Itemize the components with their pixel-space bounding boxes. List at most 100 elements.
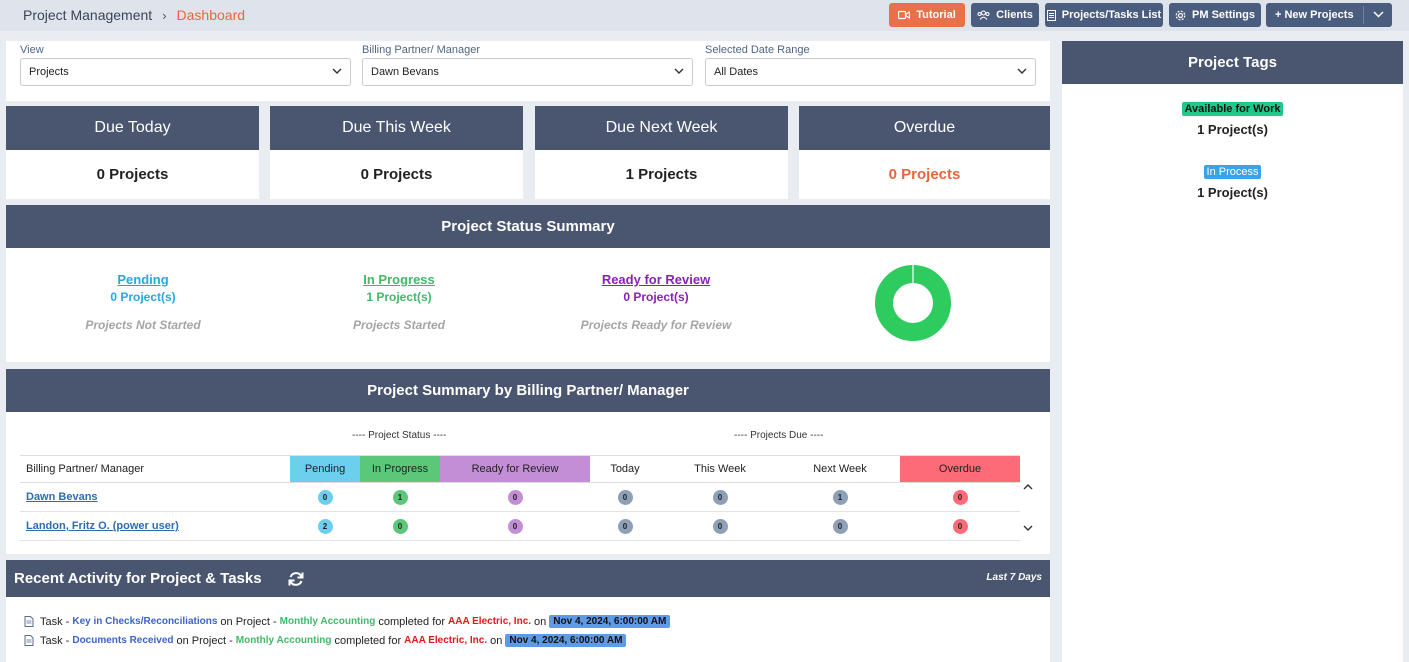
activity-project-link[interactable]: Monthly Accounting	[236, 635, 332, 646]
gear-icon	[1175, 10, 1186, 20]
projects-tasks-list-label: Projects/Tasks List	[1061, 9, 1162, 21]
today-cell: 0	[590, 511, 660, 541]
count-pill[interactable]: 0	[952, 489, 968, 505]
in-progress-link[interactable]: In Progress	[299, 272, 499, 287]
tag-badge-in-process[interactable]: In Process	[1203, 165, 1262, 179]
count-pill[interactable]: 0	[392, 518, 408, 534]
clients-button[interactable]: Clients	[971, 3, 1039, 27]
activity-mid: on Project -	[220, 615, 277, 628]
table-scrollbar[interactable]	[1020, 482, 1036, 540]
billing-select-value: Dawn Bevans	[371, 66, 439, 78]
count-pill[interactable]: 0	[617, 518, 633, 534]
billing-partner-cell: Dawn Bevans	[20, 482, 290, 512]
tutorial-label: Tutorial	[916, 9, 956, 21]
activity-item: Task - Documents Received on Project - M…	[24, 634, 627, 647]
panel-title: Project Status Summary	[6, 205, 1050, 248]
activity-verb: completed for	[378, 615, 446, 628]
activity-item: Task - Key in Checks/Reconciliations on …	[24, 615, 671, 628]
overdue-cell: 0	[900, 511, 1020, 541]
users-icon	[977, 10, 990, 20]
table-header-row: Billing Partner/ Manager Pending In Prog…	[20, 455, 1020, 483]
date-range-select[interactable]: All Dates	[705, 58, 1036, 86]
count-pill[interactable]: 0	[507, 489, 523, 505]
document-icon	[24, 635, 34, 646]
ready-for-review-cell: 0	[440, 511, 590, 541]
card-title: Due Today	[6, 106, 259, 150]
activity-period: Last 7 Days	[986, 572, 1042, 583]
new-projects-button[interactable]: + New Projects	[1266, 3, 1392, 27]
activity-task-link[interactable]: Key in Checks/Reconciliations	[72, 616, 217, 627]
due-today-card[interactable]: Due Today 0 Projects	[6, 106, 259, 199]
due-this-week-card[interactable]: Due This Week 0 Projects	[270, 106, 523, 199]
tutorial-button[interactable]: Tutorial	[889, 3, 965, 27]
pending-cell: 0	[290, 482, 360, 512]
video-icon	[898, 10, 911, 20]
projects-tasks-list-button[interactable]: Projects/Tasks List	[1045, 3, 1163, 27]
card-value: 0 Projects	[360, 166, 433, 183]
activity-on: on	[534, 615, 547, 628]
this-week-cell: 0	[660, 482, 780, 512]
breadcrumb-current: Dashboard	[176, 7, 246, 23]
count-pill[interactable]: 2	[317, 518, 333, 534]
billing-filter: Billing Partner/ Manager Dawn Bevans	[362, 44, 693, 86]
table-row: Landon, Fritz O. (power user) 2 0 0 0 0 …	[20, 511, 1020, 541]
activity-date-badge: Nov 4, 2024, 6:00:00 AM	[505, 634, 627, 647]
count-pill[interactable]: 1	[392, 489, 408, 505]
tag-item: Available for Work 1 Project(s)	[1062, 99, 1403, 137]
tag-count: 1 Project(s)	[1197, 122, 1268, 137]
refresh-icon[interactable]	[287, 570, 305, 588]
billing-select[interactable]: Dawn Bevans	[362, 58, 693, 86]
activity-mid: on Project -	[176, 634, 233, 647]
chevron-up-icon[interactable]	[1023, 482, 1033, 492]
count-pill[interactable]: 0	[317, 489, 333, 505]
card-title: Due This Week	[270, 106, 523, 150]
col-header-billing-partner: Billing Partner/ Manager	[20, 455, 290, 483]
new-projects-label: + New Projects	[1275, 9, 1354, 21]
count-pill[interactable]: 0	[617, 489, 633, 505]
pm-settings-button[interactable]: PM Settings	[1169, 3, 1261, 27]
chevron-down-icon[interactable]	[1023, 523, 1033, 533]
ready-for-review-count: 0 Project(s)	[623, 290, 689, 304]
billing-partner-link[interactable]: Dawn Bevans	[26, 491, 98, 503]
projects-due-group-label: ---- Projects Due ----	[734, 430, 824, 441]
count-pill[interactable]: 1	[832, 489, 848, 505]
count-pill[interactable]: 0	[952, 518, 968, 534]
status-in-progress: In Progress 1 Project(s) Projects Starte…	[299, 272, 499, 332]
view-filter-label: View	[20, 44, 44, 56]
ready-for-review-link[interactable]: Ready for Review	[556, 272, 756, 287]
overdue-card[interactable]: Overdue 0 Projects	[799, 106, 1050, 199]
billing-partner-link[interactable]: Landon, Fritz O. (power user)	[26, 520, 179, 532]
activity-project-link[interactable]: Monthly Accounting	[280, 616, 376, 627]
chevron-down-icon	[332, 68, 342, 74]
card-value: 0 Projects	[888, 166, 961, 183]
activity-date-badge: Nov 4, 2024, 6:00:00 AM	[549, 615, 671, 628]
due-next-week-card[interactable]: Due Next Week 1 Projects	[535, 106, 788, 199]
in-progress-subtitle: Projects Started	[352, 318, 446, 332]
view-select[interactable]: Projects	[20, 58, 351, 86]
col-header-in-progress: In Progress	[360, 455, 440, 483]
count-pill[interactable]: 0	[832, 518, 848, 534]
date-range-label: Selected Date Range	[705, 44, 810, 56]
ready-for-review-subtitle: Projects Ready for Review	[580, 318, 732, 332]
chevron-down-icon[interactable]	[1373, 7, 1384, 21]
recent-activity-panel: Recent Activity for Project & Tasks Last…	[6, 560, 1050, 662]
billing-summary-panel: Project Summary by Billing Partner/ Mana…	[6, 369, 1050, 554]
view-select-value: Projects	[29, 66, 69, 78]
pending-link[interactable]: Pending	[43, 272, 243, 287]
project-status-summary-panel: Project Status Summary Pending 0 Project…	[6, 205, 1050, 362]
count-pill[interactable]: 0	[507, 518, 523, 534]
in-progress-cell: 1	[360, 482, 440, 512]
activity-task-link[interactable]: Documents Received	[72, 635, 173, 646]
activity-client-link[interactable]: AAA Electric, Inc.	[448, 616, 531, 627]
project-status-group-label: ---- Project Status ----	[352, 430, 447, 441]
col-header-overdue: Overdue	[900, 455, 1020, 483]
list-icon	[1046, 9, 1056, 21]
status-donut-chart[interactable]	[874, 264, 952, 342]
count-pill[interactable]: 0	[712, 518, 728, 534]
top-bar: Project Management › Dashboard Tutorial …	[0, 0, 1409, 31]
breadcrumb-root[interactable]: Project Management	[23, 7, 152, 23]
tag-badge-available-for-work[interactable]: Available for Work	[1181, 102, 1284, 116]
activity-client-link[interactable]: AAA Electric, Inc.	[404, 635, 487, 646]
count-pill[interactable]: 0	[712, 489, 728, 505]
tag-item: In Process 1 Project(s)	[1062, 162, 1403, 200]
